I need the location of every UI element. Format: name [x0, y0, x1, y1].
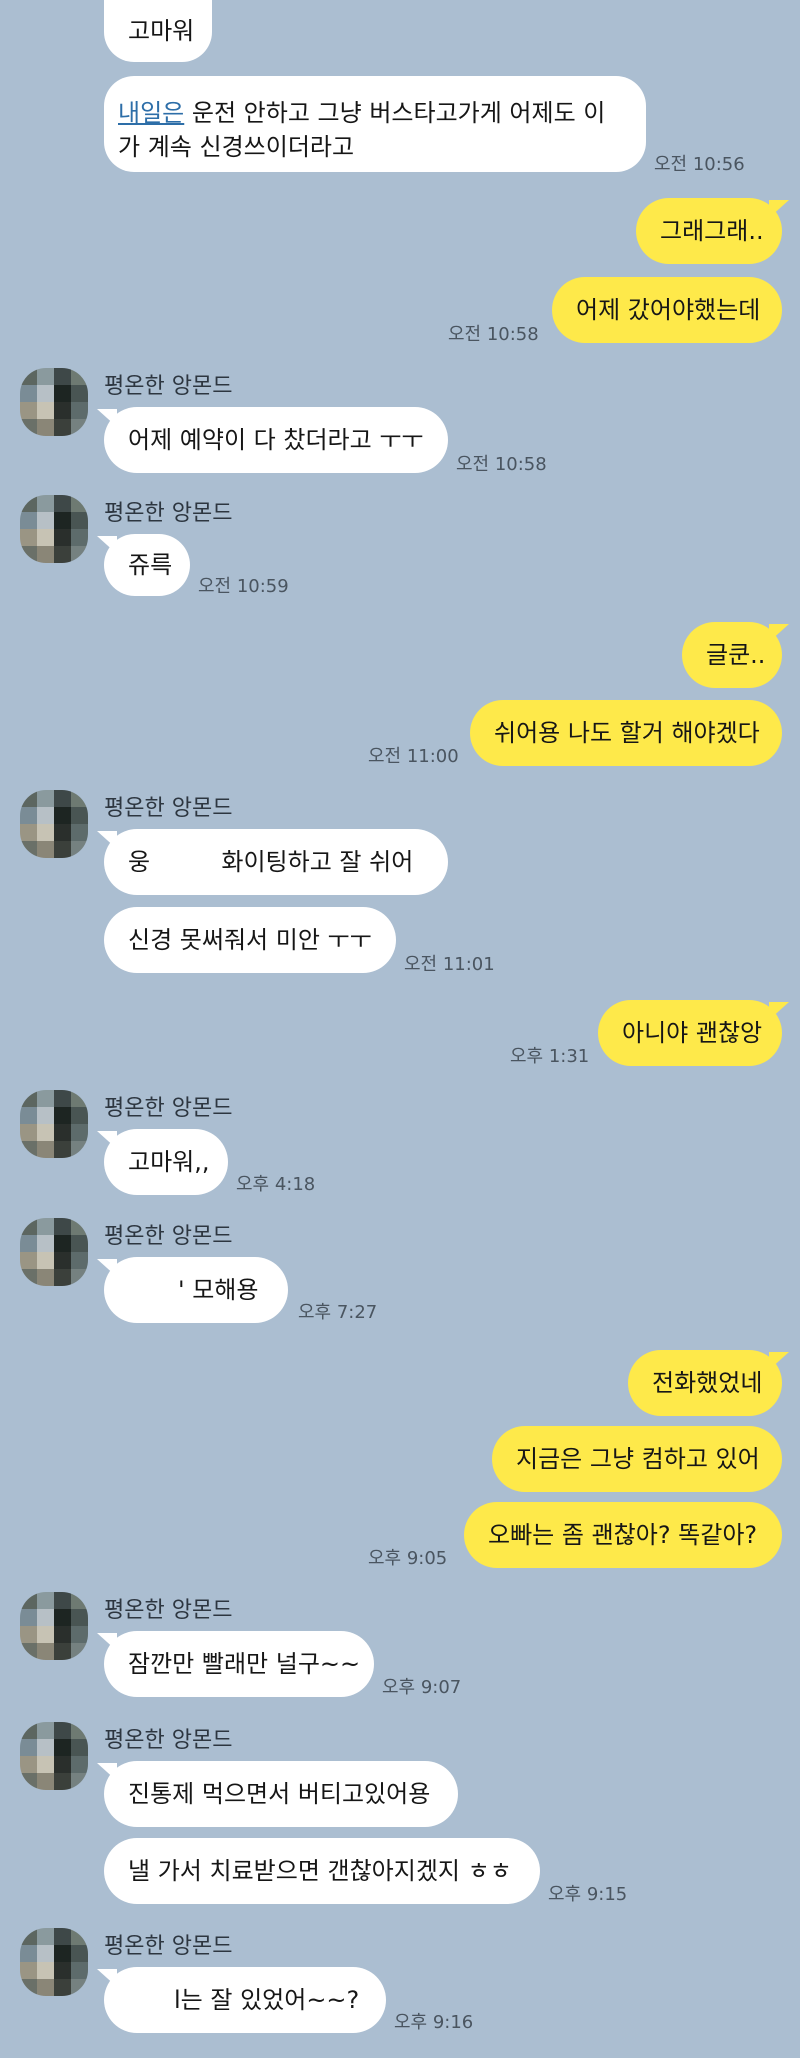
contact-avatar[interactable]	[20, 1592, 88, 1660]
message-time: 오전 10:58	[456, 454, 547, 475]
message-text: 진통제 먹으면서 버티고있어용	[128, 1780, 431, 1808]
message-bubble[interactable]: 잠깐만 빨래만 널구~~	[97, 1631, 374, 1697]
message-text: 쥬륵	[128, 551, 173, 579]
message-time: 오후 9:07	[382, 1677, 462, 1698]
message-time: 오후 9:15	[548, 1884, 628, 1905]
message-time: 오전 10:59	[198, 576, 289, 597]
message-bubble[interactable]: 고마워,,	[97, 1129, 228, 1195]
message-text: 그래그래..	[660, 217, 764, 245]
message-text: 쉬어용 나도 할거 해야겠다	[494, 719, 760, 747]
contact-avatar[interactable]	[20, 1928, 88, 1996]
message-text: 고마워	[128, 17, 195, 45]
message-time: 오전 11:00	[368, 746, 459, 767]
message-text: 오빠는 좀 괜찮아? 똑같아?	[488, 1521, 758, 1549]
message-text: 어제 갔어야했는데	[576, 296, 761, 324]
message-bubble[interactable]: 어제 갔어야했는데	[552, 277, 782, 343]
message-bubble[interactable]: 아니야 괜찮앙	[598, 1000, 789, 1066]
contact-name: 평온한 앙몬드	[104, 501, 233, 526]
contact-avatar[interactable]	[20, 368, 88, 436]
contact-name: 평온한 앙몬드	[104, 1096, 233, 1121]
message-bubble[interactable]: 지금은 그냥 컴하고 있어	[492, 1426, 782, 1492]
message-bubble[interactable]: 내일은 운전 안하고 그냥 버스타고가게 어제도 이가 계속 신경쓰이더라고	[104, 76, 646, 172]
message-text: 웅	[128, 848, 151, 876]
message-time: 오후 4:18	[236, 1174, 316, 1195]
message-bubble[interactable]: 쥬륵	[97, 534, 190, 596]
date-link[interactable]: 내일은	[118, 99, 184, 127]
contact-avatar[interactable]	[20, 1090, 88, 1158]
contact-avatar[interactable]	[20, 495, 88, 563]
message-text: 지금은 그냥 컴하고 있어	[516, 1445, 760, 1473]
contact-name: 평온한 앙몬드	[104, 796, 233, 821]
contact-name: 평온한 앙몬드	[104, 374, 233, 399]
message-bubble[interactable]: 그래그래..	[636, 198, 789, 264]
message-text: 글쿤..	[706, 641, 766, 669]
message-time: 오전 10:58	[448, 324, 539, 345]
message-time: 오후 7:27	[298, 1302, 378, 1323]
message-bubble[interactable]: 전화했었네	[628, 1350, 789, 1416]
message-bubble[interactable]: 웅 화이팅하고 잘 쉬어	[97, 829, 448, 895]
contact-name: 평온한 앙몬드	[104, 1728, 233, 1753]
message-text: l는 잘 있었어~~?	[174, 1986, 360, 2014]
contact-avatar[interactable]	[20, 790, 88, 858]
message-time: 오전 10:56	[654, 154, 745, 175]
message-bubble[interactable]: 신경 못써줘서 미안 ㅜㅜ	[104, 907, 396, 973]
message-text: 신경 못써줘서 미안 ㅜㅜ	[128, 926, 372, 954]
message-bubble[interactable]: 낼 가서 치료받으면 갠찮아지겠지 ㅎㅎ	[104, 1838, 540, 1904]
message-text: 낼 가서 치료받으면 갠찮아지겠지 ㅎㅎ	[128, 1857, 512, 1885]
message-time: 오후 1:31	[510, 1046, 590, 1067]
contact-name: 평온한 앙몬드	[104, 1224, 233, 1249]
contact-name: 평온한 앙몬드	[104, 1934, 233, 1959]
message-text: 아니야 괜찮앙	[622, 1019, 763, 1047]
message-text: ' 모해용	[178, 1276, 259, 1304]
message-text: 운전 안하고 그냥 버스타고가게 어제도 이가 계속 신경쓰이더라고	[118, 99, 606, 161]
message-time: 오전 11:01	[404, 954, 495, 975]
message-text: 전화했었네	[652, 1369, 763, 1397]
message-time: 오후 9:05	[368, 1548, 448, 1569]
message-text: 화이팅하고 잘 쉬어	[221, 848, 414, 876]
message-bubble[interactable]: ' 모해용	[97, 1257, 288, 1323]
message-text: 어제 예약이 다 찼더라고 ㅜㅜ	[128, 426, 424, 454]
message-bubble[interactable]: 쉬어용 나도 할거 해야겠다	[470, 700, 782, 766]
message-bubble[interactable]: 어제 예약이 다 찼더라고 ㅜㅜ	[97, 407, 448, 473]
message-bubble[interactable]: 오빠는 좀 괜찮아? 똑같아?	[464, 1502, 782, 1568]
message-bubble[interactable]: 글쿤..	[682, 622, 789, 688]
contact-avatar[interactable]	[20, 1218, 88, 1286]
contact-avatar[interactable]	[20, 1722, 88, 1790]
message-bubble[interactable]: 고마워	[104, 0, 212, 62]
contact-name: 평온한 앙몬드	[104, 1598, 233, 1623]
message-bubble[interactable]: l는 잘 있었어~~?	[97, 1967, 386, 2033]
message-text: 고마워,,	[128, 1148, 210, 1176]
message-text: 잠깐만 빨래만 널구~~	[128, 1650, 361, 1678]
message-bubble[interactable]: 진통제 먹으면서 버티고있어용	[97, 1761, 458, 1827]
redacted-name	[157, 850, 214, 876]
message-time: 오후 9:16	[394, 2012, 474, 2033]
